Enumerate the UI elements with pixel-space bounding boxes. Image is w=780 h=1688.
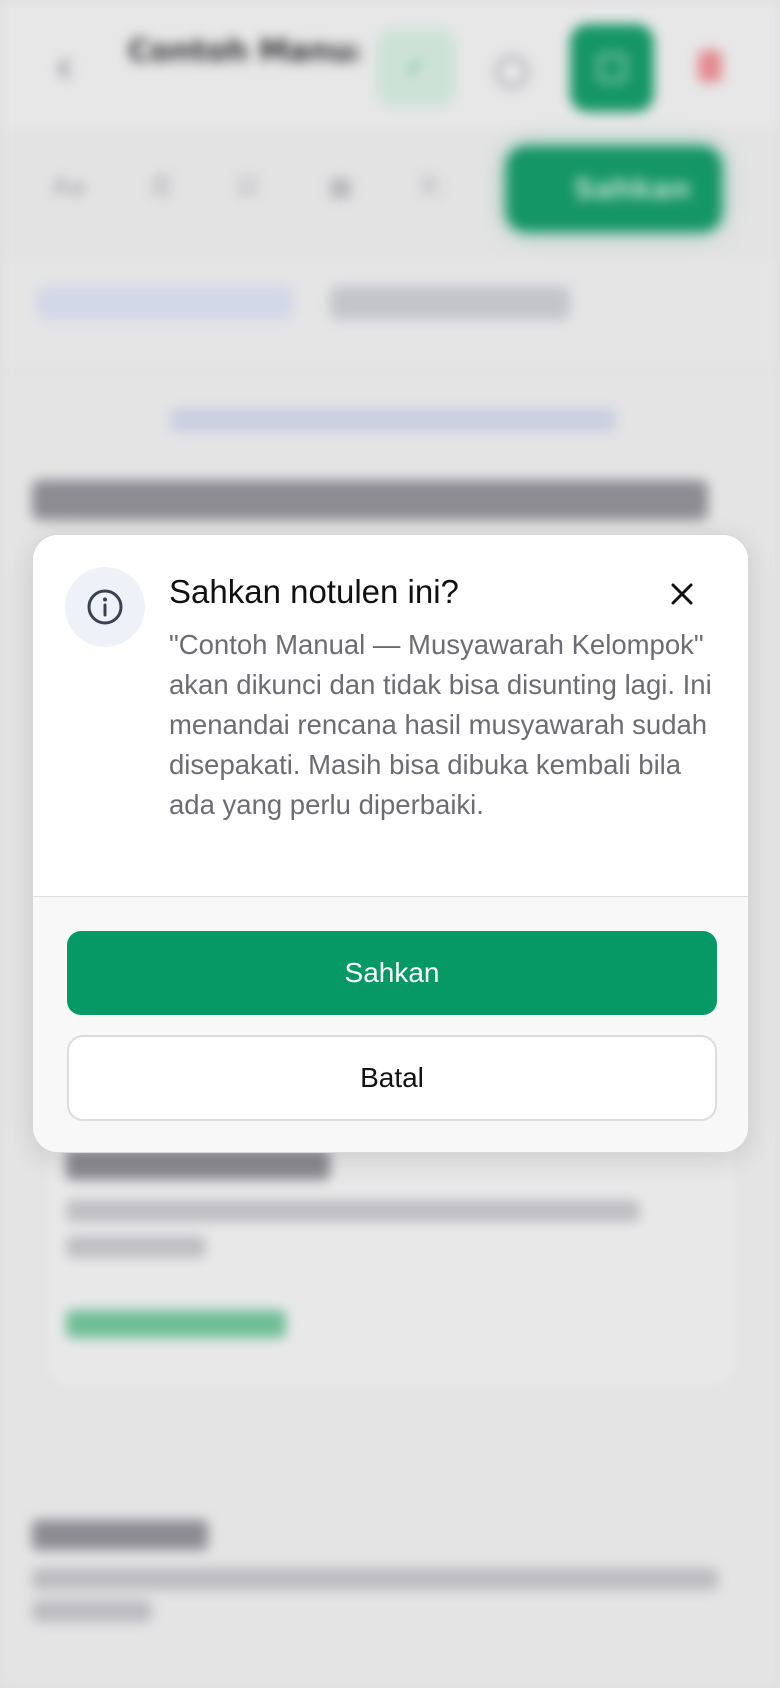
dialog-title: Sahkan notulen ini? [169, 573, 459, 610]
dialog-header: Sahkan notulen ini? "Contoh Manual — Mus… [33, 535, 748, 896]
confirm-button[interactable]: Sahkan [67, 931, 717, 1015]
info-badge [65, 567, 145, 647]
dialog-message: "Contoh Manual — Musyawarah Kelompok" ak… [169, 629, 712, 820]
confirm-dialog: Sahkan notulen ini? "Contoh Manual — Mus… [32, 534, 749, 1153]
cancel-button[interactable]: Batal [67, 1035, 717, 1121]
close-icon[interactable] [665, 577, 699, 611]
info-icon [87, 589, 123, 625]
